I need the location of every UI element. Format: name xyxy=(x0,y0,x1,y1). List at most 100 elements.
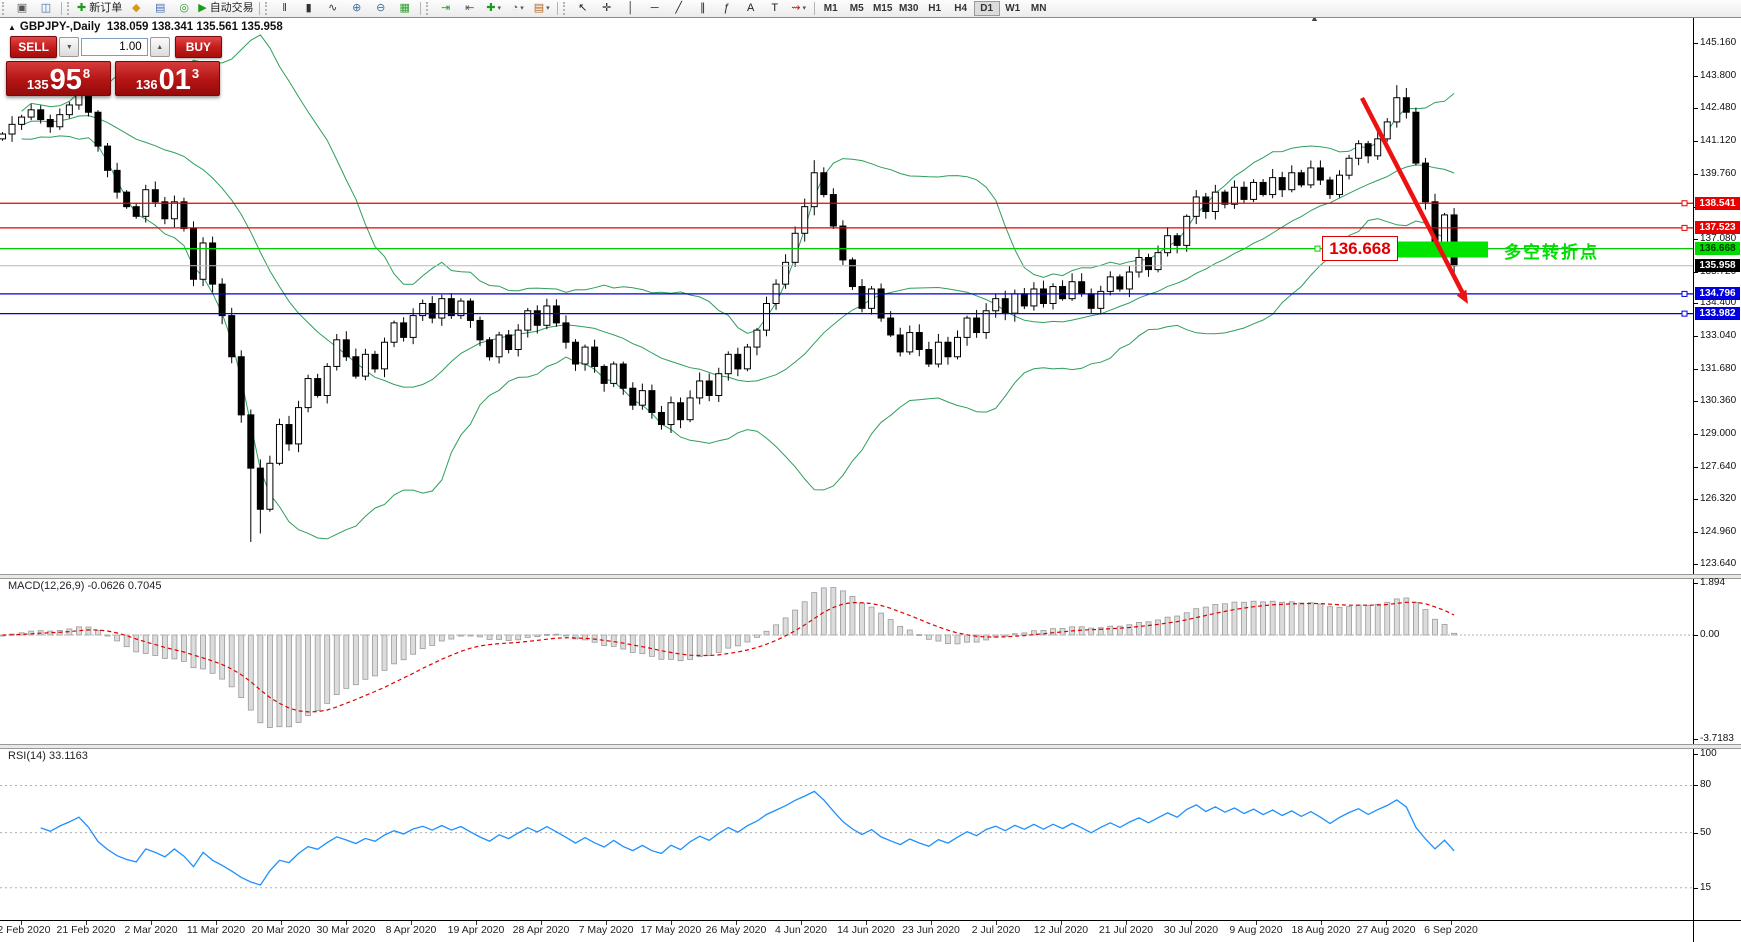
indicators-icon: ✚ xyxy=(486,1,495,16)
price-scale-column[interactable] xyxy=(1694,18,1741,942)
volume-increment-button[interactable]: ▲ xyxy=(150,37,170,57)
buy-button[interactable]: BUY xyxy=(175,36,222,58)
text-icon: A xyxy=(747,1,754,16)
rsi-tick-label: 50 xyxy=(1700,827,1711,838)
macd-tick-mark xyxy=(1694,739,1698,740)
ohlc-expand-icon[interactable]: ▲ xyxy=(8,23,16,32)
date-label[interactable]: 4 Jun 2020 xyxy=(775,924,827,936)
pane-separator-macd[interactable] xyxy=(0,574,1741,579)
date-label[interactable]: 6 Sep 2020 xyxy=(1424,924,1478,936)
zoom-out-button[interactable]: ⊖ xyxy=(369,1,393,16)
timeframe-d1-button[interactable]: D1 xyxy=(974,1,1000,16)
horizontal-line-icon: ─ xyxy=(651,1,659,16)
timeframe-h4-button[interactable]: H4 xyxy=(948,1,974,16)
price-tick-label: 141.120 xyxy=(1700,135,1736,146)
date-label[interactable]: 12 Feb 2020 xyxy=(0,924,50,936)
turning-point-price-label[interactable]: 136.668 xyxy=(1322,236,1398,261)
timeframe-m5-button[interactable]: M5 xyxy=(844,1,870,16)
price-tick-mark xyxy=(1694,174,1698,175)
timeframe-mn-button[interactable]: MN xyxy=(1026,1,1052,16)
sell-price-quote[interactable]: 135 95 8 xyxy=(6,61,111,96)
crosshair-icon: ✛ xyxy=(602,1,611,16)
candlestick-button[interactable]: ▮ xyxy=(297,1,321,16)
tile-windows-button[interactable]: ▦ xyxy=(393,1,417,16)
periods-button[interactable]: ◔▾ xyxy=(506,1,530,16)
channel-button[interactable]: ∥ xyxy=(691,1,715,16)
timeframe-m15-button[interactable]: M15 xyxy=(870,1,896,16)
new-order-icon: ✚ xyxy=(77,1,86,16)
macd-tick-label: 0.00 xyxy=(1700,629,1719,640)
date-label[interactable]: 21 Feb 2020 xyxy=(57,924,116,936)
vertical-line-button[interactable]: │ xyxy=(619,1,643,16)
auto-scroll-button[interactable]: ⇥ xyxy=(434,1,458,16)
dropdown-caret-icon[interactable]: ▾ xyxy=(803,1,807,16)
price-tick-label: 126.320 xyxy=(1700,493,1736,504)
chart-canvas[interactable] xyxy=(0,0,1741,942)
market-watch-button[interactable]: ◫ xyxy=(34,1,58,16)
date-label[interactable]: 18 Aug 2020 xyxy=(1292,924,1351,936)
crosshair-button[interactable]: ✛ xyxy=(595,1,619,16)
pane-separator-rsi[interactable] xyxy=(0,744,1741,749)
sell-button[interactable]: SELL xyxy=(10,36,57,58)
date-label[interactable]: 28 Apr 2020 xyxy=(513,924,570,936)
strategy-tester-button[interactable]: ▤ xyxy=(148,1,172,16)
signals-button[interactable]: ◎ xyxy=(172,1,196,16)
dropdown-caret-icon[interactable]: ▾ xyxy=(520,1,524,16)
dropdown-caret-icon[interactable]: ▾ xyxy=(498,1,502,16)
volume-decrement-button[interactable]: ▼ xyxy=(59,37,79,57)
date-label[interactable]: 14 Jun 2020 xyxy=(837,924,895,936)
date-label[interactable]: 27 Aug 2020 xyxy=(1357,924,1416,936)
buy-price-quote[interactable]: 136 01 3 xyxy=(115,61,220,96)
date-label[interactable]: 19 Apr 2020 xyxy=(448,924,505,936)
zoom-in-button[interactable]: ⊕ xyxy=(345,1,369,16)
chart-shift-button[interactable]: ⇤ xyxy=(458,1,482,16)
date-label[interactable]: 20 Mar 2020 xyxy=(252,924,311,936)
line-chart-icon: ∿ xyxy=(328,1,337,16)
shapes-button[interactable]: ⇝▾ xyxy=(787,1,811,16)
macd-tick-mark xyxy=(1694,635,1698,636)
timeframe-m30-button[interactable]: M30 xyxy=(896,1,922,16)
date-label[interactable]: 11 Mar 2020 xyxy=(187,924,245,936)
new-chart-button[interactable]: ▣ xyxy=(10,1,34,16)
date-label[interactable]: 21 Jul 2020 xyxy=(1099,924,1153,936)
date-label[interactable]: 26 May 2020 xyxy=(706,924,767,936)
line-chart-button[interactable]: ∿ xyxy=(321,1,345,16)
timeframe-w1-button[interactable]: W1 xyxy=(1000,1,1026,16)
main-toolbar: ▣◫✚新订单◆▤◎▶自动交易‖▮∿⊕⊖▦⇥⇤✚▾◔▾▤▾↖✛│─╱∥ƒAT⇝▾M… xyxy=(0,0,1741,18)
date-label[interactable]: 8 Apr 2020 xyxy=(386,924,437,936)
date-label[interactable]: 30 Mar 2020 xyxy=(317,924,376,936)
rsi-tick-label: 80 xyxy=(1700,779,1711,790)
fibonacci-button[interactable]: ƒ xyxy=(715,1,739,16)
date-label[interactable]: 17 May 2020 xyxy=(641,924,702,936)
text-button[interactable]: A xyxy=(739,1,763,16)
dropdown-caret-icon[interactable]: ▾ xyxy=(546,1,550,16)
date-label[interactable]: 2 Mar 2020 xyxy=(124,924,177,936)
label-button[interactable]: T xyxy=(763,1,787,16)
templates-button[interactable]: ▤▾ xyxy=(530,1,554,16)
date-label[interactable]: 7 May 2020 xyxy=(579,924,634,936)
volume-input[interactable]: 1.00 xyxy=(81,38,147,56)
new-order-button[interactable]: ✚新订单 xyxy=(75,1,124,16)
price-tick-mark xyxy=(1694,141,1698,142)
date-label[interactable]: 2 Jul 2020 xyxy=(972,924,1020,936)
date-label[interactable]: 30 Jul 2020 xyxy=(1164,924,1218,936)
price-tick-label: 142.480 xyxy=(1700,102,1736,113)
candlestick-icon: ▮ xyxy=(306,1,312,16)
signals-icon: ◎ xyxy=(179,1,189,16)
metaeditor-button[interactable]: ◆ xyxy=(124,1,148,16)
indicators-button[interactable]: ✚▾ xyxy=(482,1,506,16)
date-label[interactable]: 12 Jul 2020 xyxy=(1034,924,1088,936)
cursor-button[interactable]: ↖ xyxy=(571,1,595,16)
date-label[interactable]: 23 Jun 2020 xyxy=(902,924,960,936)
price-scale-border xyxy=(1693,18,1694,942)
horizontal-line-button[interactable]: ─ xyxy=(643,1,667,16)
timeframe-h1-button[interactable]: H1 xyxy=(922,1,948,16)
timeframe-m1-button[interactable]: M1 xyxy=(818,1,844,16)
turning-point-annotation[interactable]: 多空转折点 xyxy=(1504,238,1599,263)
templates-icon: ▤ xyxy=(534,1,544,16)
autotrading-button[interactable]: ▶自动交易 xyxy=(196,1,255,16)
bar-chart-button[interactable]: ‖ xyxy=(273,1,297,16)
date-label[interactable]: 9 Aug 2020 xyxy=(1229,924,1282,936)
shapes-icon: ⇝ xyxy=(791,1,800,16)
trendline-button[interactable]: ╱ xyxy=(667,1,691,16)
